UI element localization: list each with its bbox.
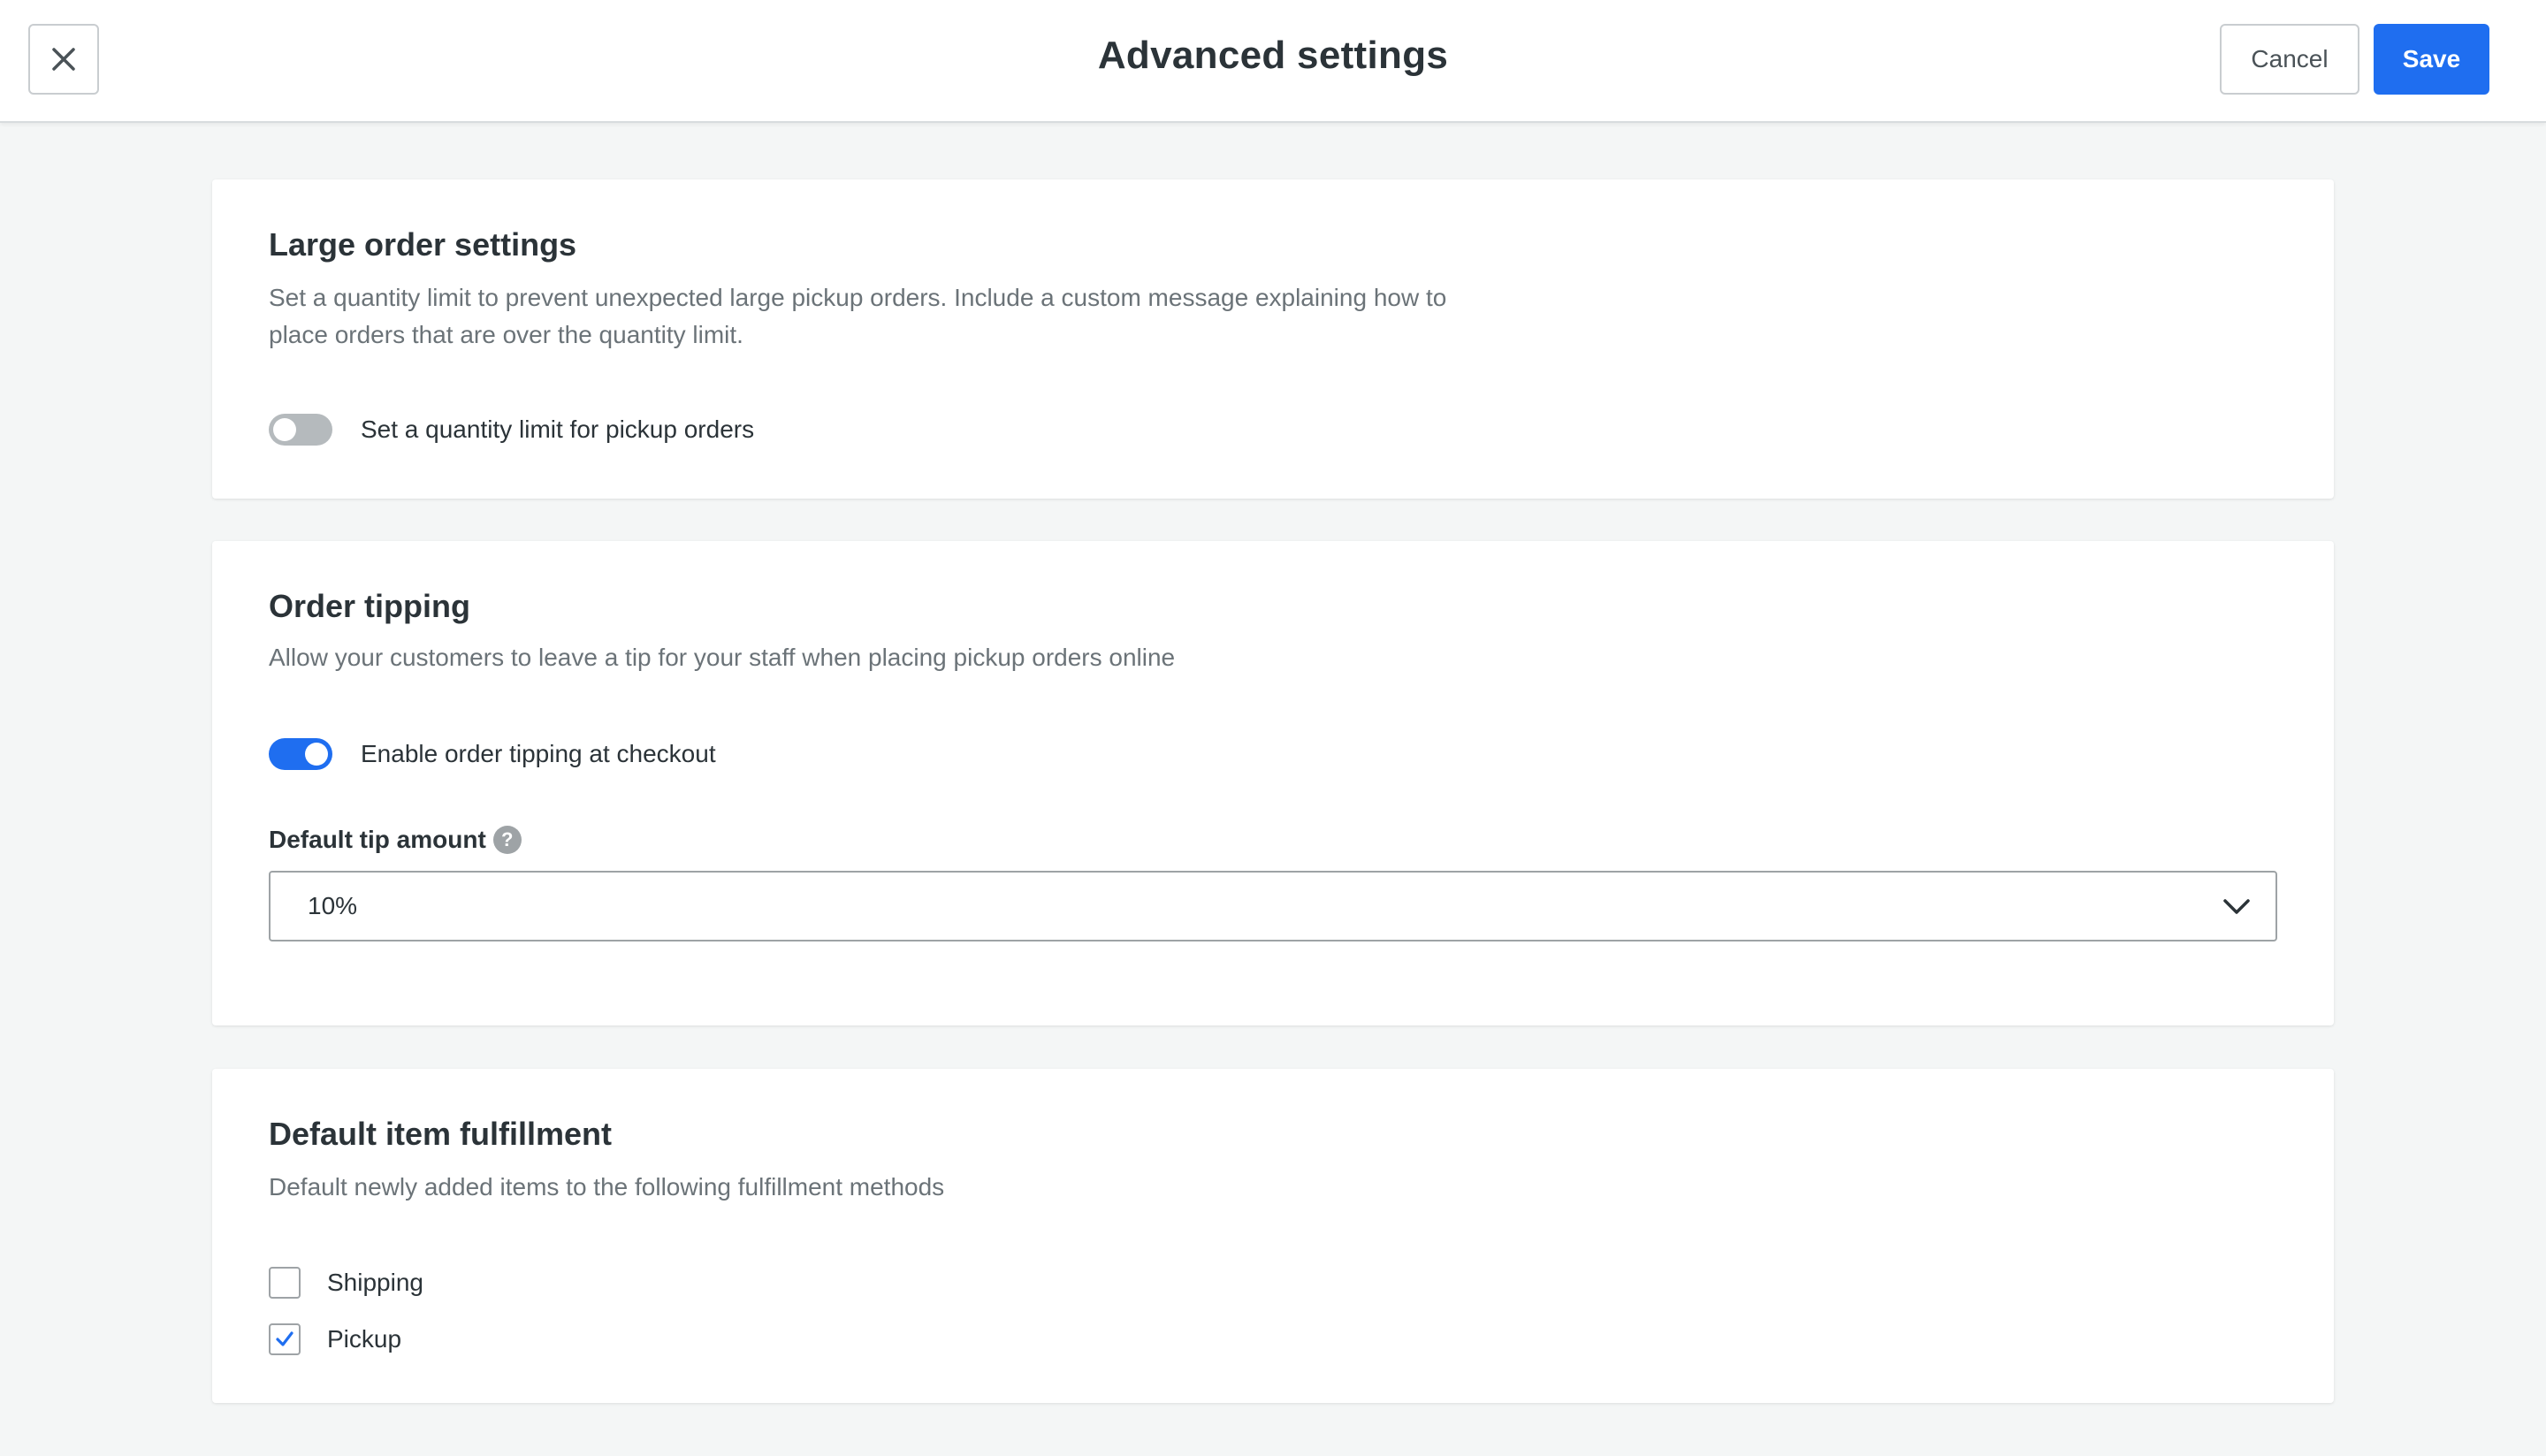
default-tip-label-text: Default tip amount <box>269 826 486 853</box>
quantity-limit-toggle[interactable] <box>269 414 332 446</box>
default-tip-select-value: 10% <box>308 892 358 919</box>
shipping-option-label: Shipping <box>327 1269 423 1296</box>
toggle-knob <box>273 418 296 441</box>
order-tipping-card: Order tipping Allow your customers to le… <box>212 541 2334 1025</box>
default-tip-select[interactable]: 10% <box>269 871 2277 941</box>
quantity-limit-toggle-row: Set a quantity limit for pickup orders <box>269 414 754 446</box>
chevron-down-icon <box>2223 899 2250 914</box>
shipping-option[interactable]: Shipping <box>269 1267 423 1299</box>
default-tip-label: Default tip amount ? <box>269 826 522 854</box>
order-tipping-title: Order tipping <box>269 588 470 624</box>
order-tipping-description: Allow your customers to leave a tip for … <box>269 644 1176 671</box>
order-tipping-toggle-row: Enable order tipping at checkout <box>269 738 716 770</box>
header-bar: Advanced settings Cancel Save <box>0 0 2546 123</box>
check-icon <box>276 1331 293 1346</box>
toggle-knob <box>305 743 328 766</box>
help-icon[interactable]: ? <box>492 826 522 854</box>
page-title: Advanced settings <box>1097 34 1449 77</box>
quantity-limit-toggle-label: Set a quantity limit for pickup orders <box>361 415 755 443</box>
order-tipping-toggle[interactable] <box>269 738 332 770</box>
cancel-button[interactable]: Cancel <box>2220 24 2359 95</box>
shipping-checkbox[interactable] <box>269 1267 301 1299</box>
fulfillment-card: Default item fulfillment Default newly a… <box>212 1069 2334 1403</box>
fulfillment-description: Default newly added items to the followi… <box>269 1173 945 1201</box>
large-order-description-line1: Set a quantity limit to prevent unexpect… <box>269 284 1447 311</box>
fulfillment-title: Default item fulfillment <box>269 1116 613 1152</box>
large-order-description-line2: place orders that are over the quantity … <box>269 321 743 348</box>
save-button[interactable]: Save <box>2374 24 2489 95</box>
large-order-description: Set a quantity limit to prevent unexpect… <box>269 279 1446 354</box>
large-order-title: Large order settings <box>269 226 577 263</box>
large-order-card: Large order settings Set a quantity limi… <box>212 179 2334 499</box>
pickup-checkbox[interactable] <box>269 1323 301 1355</box>
pickup-option-label: Pickup <box>327 1325 402 1353</box>
pickup-option[interactable]: Pickup <box>269 1323 401 1355</box>
order-tipping-toggle-label: Enable order tipping at checkout <box>361 740 716 767</box>
